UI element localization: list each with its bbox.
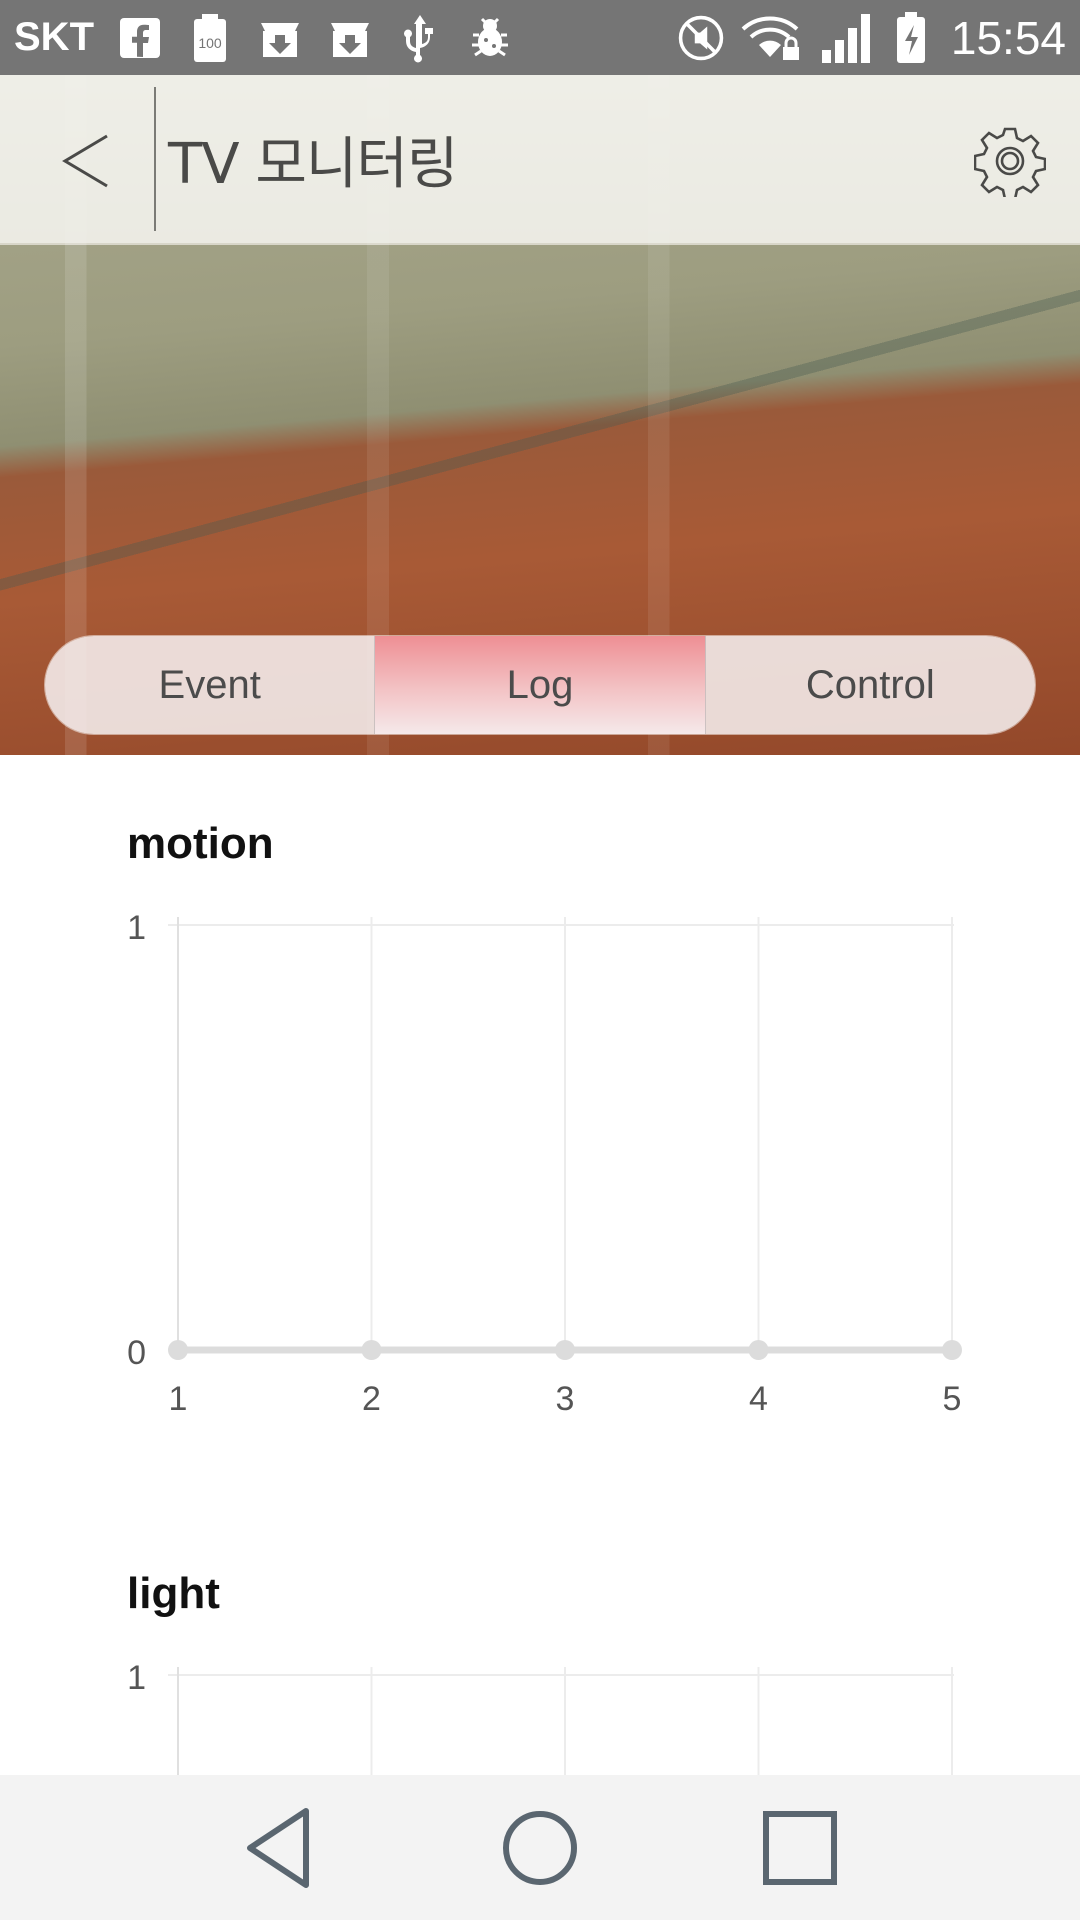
usb-icon [396, 13, 444, 63]
x-tick-label: 4 [749, 1380, 768, 1418]
y-tick-label: 0 [127, 1334, 146, 1372]
signal-icon [819, 13, 877, 63]
data-point [748, 1340, 769, 1360]
status-bar-right: 15:54 [677, 11, 1066, 65]
tab-log[interactable]: Log [375, 636, 706, 734]
settings-button[interactable] [970, 121, 1050, 201]
nav-recents-icon [763, 1810, 837, 1885]
tab-control[interactable]: Control [706, 636, 1035, 734]
motion-chart: 101 2 3 4 5 [127, 909, 962, 1418]
carrier-label: SKT [14, 15, 94, 59]
battery-100-icon: 100 [186, 13, 234, 63]
battery-badge: 100 [198, 35, 222, 51]
bug-icon [466, 13, 514, 63]
light-chart: 1 [127, 1659, 954, 1775]
tab-bar: Event Log Control [45, 636, 1035, 734]
y-tick-label: 1 [127, 1659, 146, 1697]
download-icon [256, 13, 304, 63]
y-tick-label: 1 [127, 909, 146, 947]
nav-home-button[interactable] [485, 1793, 595, 1903]
status-bar: SKT 100 15:54 [0, 0, 1080, 75]
nav-back-button[interactable] [225, 1793, 335, 1903]
data-point [555, 1340, 575, 1360]
x-tick-label: 5 [943, 1380, 962, 1418]
nav-back-icon [247, 1807, 309, 1888]
nav-recents-button[interactable] [745, 1793, 855, 1903]
download-icon [326, 13, 374, 63]
x-tick-label: 3 [556, 1380, 575, 1418]
mute-icon [677, 13, 725, 63]
data-point [168, 1340, 188, 1360]
x-tick-label: 2 [362, 1380, 381, 1418]
back-chevron-icon [62, 134, 108, 188]
nav-home-icon [503, 1810, 577, 1885]
navigation-bar [0, 1775, 1080, 1920]
app-bar: TV 모니터링 [0, 75, 1080, 243]
status-clock: 15:54 [950, 11, 1066, 64]
log-content[interactable]: motion 1012345 light 1 [0, 755, 1080, 1775]
data-point [361, 1340, 382, 1360]
data-point [942, 1340, 962, 1360]
chart-title-motion: motion [127, 819, 274, 868]
facebook-icon [116, 13, 164, 63]
x-tick-label: 1 [169, 1380, 188, 1418]
back-button[interactable] [40, 111, 130, 211]
chart-title-light: light [127, 1569, 220, 1618]
page-title: TV 모니터링 [168, 132, 458, 197]
app-bar-divider [154, 87, 156, 231]
status-bar-left: SKT 100 [14, 13, 514, 63]
gear-icon [974, 127, 1046, 197]
wifi-locked-icon [741, 13, 803, 63]
tab-event[interactable]: Event [45, 636, 376, 734]
battery-charging-icon [893, 11, 929, 63]
